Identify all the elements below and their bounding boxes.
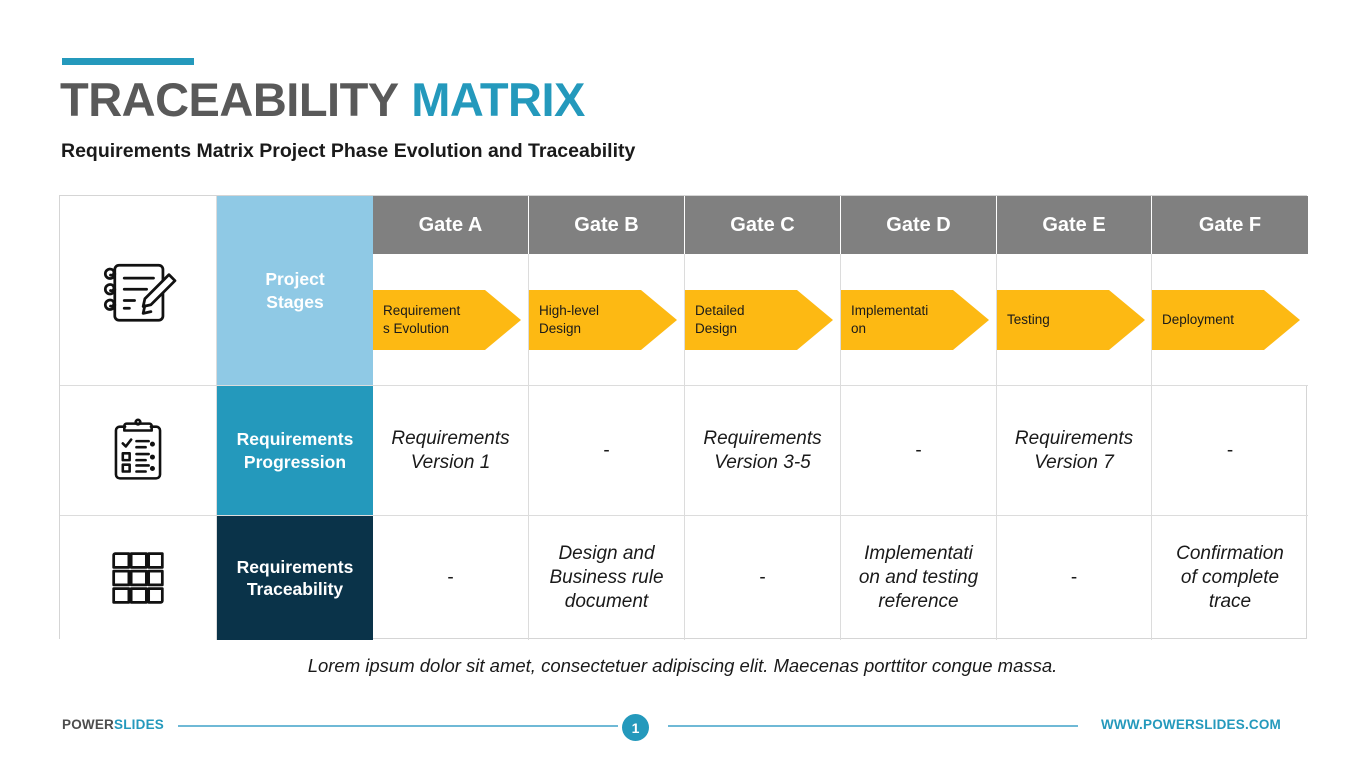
gate-header-e: Gate E xyxy=(997,196,1152,254)
row-label-line-2: Progression xyxy=(243,451,347,472)
logo-part-1: POWER xyxy=(62,717,115,732)
stage-arrow-label-f: Deployment xyxy=(1162,311,1235,327)
cell-traceability-gate-a: - xyxy=(373,516,529,640)
row-icon-project-stages xyxy=(60,196,217,386)
stage-arrow-cell-a: Requirement s Evolution xyxy=(373,254,529,386)
logo-part-2: SLIDES xyxy=(114,717,164,732)
traceability-matrix-table: Project Stages Gate A Gate B Gate C Gate… xyxy=(59,195,1308,640)
stage-arrow-cell-d: Implementati on xyxy=(841,254,997,386)
website-link[interactable]: WWW.POWERSLIDES.COM xyxy=(1101,717,1281,732)
matrix-grid-icon xyxy=(100,540,176,616)
row-label-project-stages: Project Stages xyxy=(217,196,373,386)
cell-progression-gate-e: Requirements Version 7 xyxy=(997,386,1152,516)
cell-progression-gate-c: Requirements Version 3-5 xyxy=(685,386,841,516)
notepad-pencil-icon xyxy=(95,248,181,334)
cell-progression-gate-b: - xyxy=(529,386,685,516)
stage-arrow-f: Deployment xyxy=(1152,289,1300,350)
slide: TRACEABILITY MATRIX Requirements Matrix … xyxy=(0,0,1365,767)
title-part-primary: TRACEABILITY xyxy=(60,73,399,126)
gate-header-b: Gate B xyxy=(529,196,685,254)
stage-arrow-c: Detailed Design xyxy=(685,289,833,350)
arrow-head-icon xyxy=(641,289,677,350)
cell-traceability-gate-c: - xyxy=(685,516,841,640)
arrow-head-icon xyxy=(1264,289,1300,350)
powerslides-logo: POWERSLIDES xyxy=(62,717,164,732)
footer-divider-left xyxy=(178,725,618,727)
stage-arrow-label-c: Detailed Design xyxy=(695,302,745,336)
stage-arrow-label-a: Requirement s Evolution xyxy=(383,302,461,336)
gate-header-c: Gate C xyxy=(685,196,841,254)
stage-arrow-d: Implementati on xyxy=(841,289,989,350)
row-label-line-2: Traceability xyxy=(246,579,344,599)
stage-arrow-cell-c: Detailed Design xyxy=(685,254,841,386)
gate-header-a: Gate A xyxy=(373,196,529,254)
row-label-requirements-progression: Requirements Progression xyxy=(217,386,373,516)
stage-arrow-cell-b: High-level Design xyxy=(529,254,685,386)
row-label-line-1: Project xyxy=(265,269,325,290)
stage-arrow-cell-f: Deployment xyxy=(1152,254,1308,386)
cell-progression-gate-d: - xyxy=(841,386,997,516)
page-subtitle: Requirements Matrix Project Phase Evolut… xyxy=(61,140,636,162)
cell-traceability-gate-b: Design and Business rule document xyxy=(529,516,685,640)
stage-arrow-cell-e: Testing xyxy=(997,254,1152,386)
slide-footer: POWERSLIDES 1 WWW.POWERSLIDES.COM xyxy=(0,705,1365,750)
row-icon-requirements-traceability xyxy=(60,516,217,640)
arrow-head-icon xyxy=(797,289,833,350)
stage-arrow-label-d: Implementati on xyxy=(851,302,929,336)
cell-traceability-gate-f: Confirmation of complete trace xyxy=(1176,543,1284,612)
gate-header-d: Gate D xyxy=(841,196,997,254)
row-label-requirements-traceability: Requirements Traceability xyxy=(217,516,373,640)
stage-arrow-label-b: High-level Design xyxy=(539,302,600,336)
cell-progression-gate-a: Requirements Version 1 xyxy=(373,386,529,516)
page-number-badge: 1 xyxy=(622,714,649,741)
stage-arrow-b: High-level Design xyxy=(529,289,677,350)
arrow-head-icon xyxy=(485,289,521,350)
stage-arrow-a: Requirement s Evolution xyxy=(373,289,521,350)
row-label-line-1: Requirements xyxy=(236,556,354,577)
title-accent-rule xyxy=(62,58,194,65)
title-part-accent: MATRIX xyxy=(411,73,585,126)
arrow-head-icon xyxy=(953,289,989,350)
gate-header-f: Gate F xyxy=(1152,196,1308,254)
arrow-head-icon xyxy=(1109,289,1145,350)
stage-arrow-e: Testing xyxy=(997,289,1145,350)
row-label-line-2: Stages xyxy=(266,291,324,312)
page-title: TRACEABILITY MATRIX xyxy=(60,72,585,127)
slide-caption: Lorem ipsum dolor sit amet, consectetuer… xyxy=(307,655,1058,676)
clipboard-checklist-icon xyxy=(100,413,176,489)
row-label-line-1: Requirements xyxy=(236,429,354,450)
row-icon-requirements-progression xyxy=(60,386,217,516)
stage-arrow-label-e: Testing xyxy=(1007,311,1050,327)
cell-traceability-gate-e: - xyxy=(997,516,1152,640)
footer-divider-right xyxy=(668,725,1078,727)
cell-progression-gate-f: - xyxy=(1152,386,1308,516)
cell-traceability-gate-d: Implementati on and testing reference xyxy=(841,516,997,640)
